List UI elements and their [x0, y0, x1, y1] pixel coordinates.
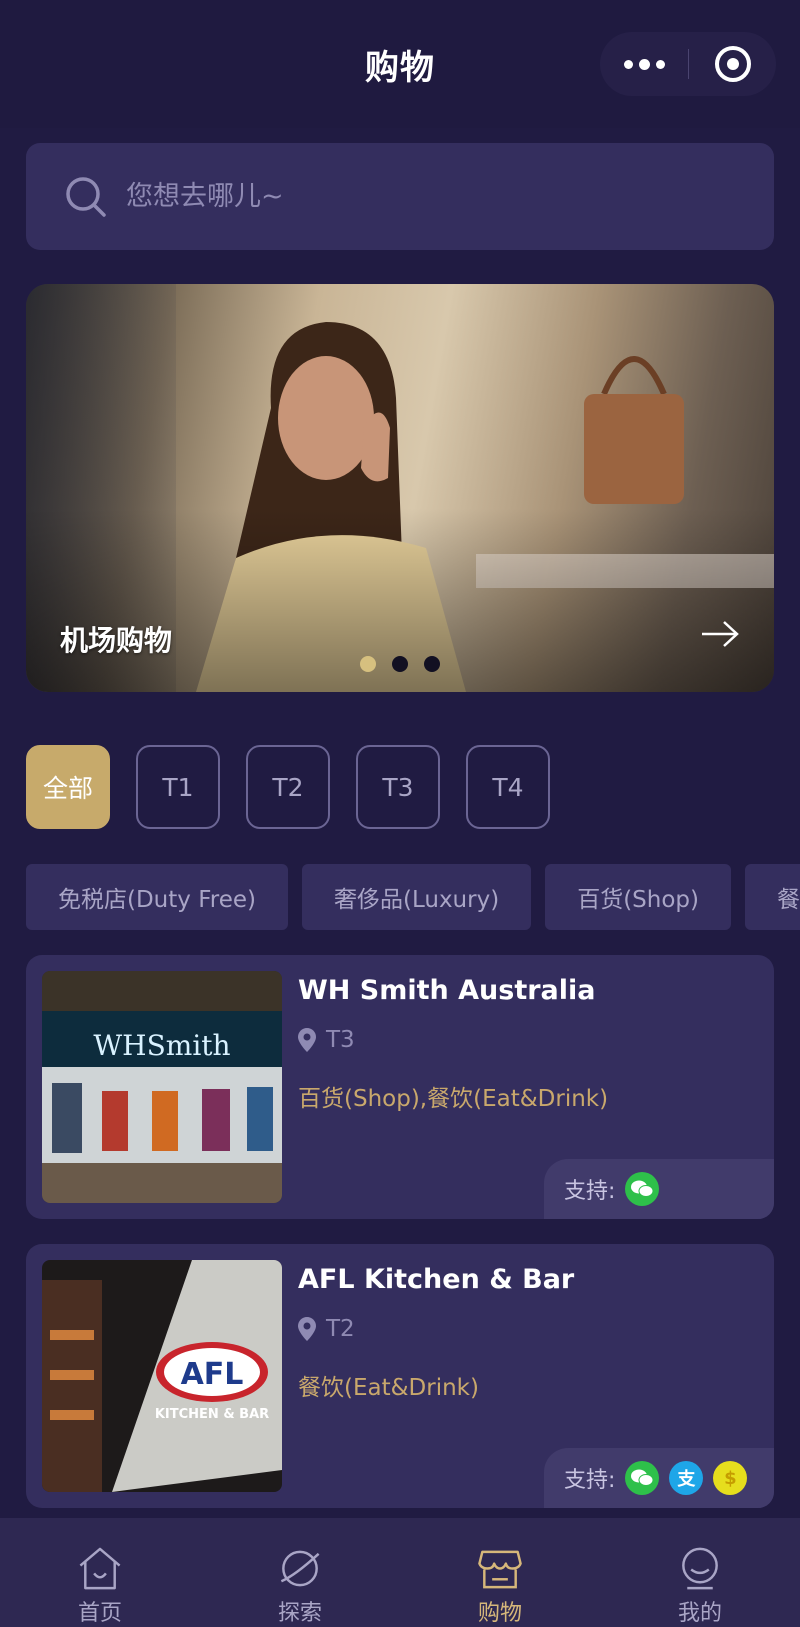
shop-card[interactable]: WHSmith WH Smith Australia T3 百货(Shop),餐… — [26, 955, 774, 1219]
shop-image-text: AFL — [181, 1357, 244, 1392]
carousel-indicator — [26, 656, 774, 672]
tab-t2[interactable]: T2 — [246, 745, 330, 829]
category-shop[interactable]: 百货(Shop) — [545, 864, 731, 930]
tab-label: 首页 — [77, 1601, 122, 1626]
shop-name: AFL Kitchen & Bar — [298, 1264, 575, 1295]
bottom-tab-bar: 首页 探索 购物 我的 — [0, 1518, 800, 1627]
target-circle-icon[interactable] — [689, 32, 776, 96]
mini-program-capsule — [600, 32, 776, 96]
payment-label: 支持: — [564, 1468, 616, 1493]
profile-icon — [682, 1547, 718, 1590]
search-input[interactable] — [126, 181, 686, 212]
shop-terminal: T3 — [326, 1027, 355, 1053]
category-duty-free[interactable]: 免税店(Duty Free) — [26, 864, 288, 930]
category-chips: 免税店(Duty Free) 奢侈品(Luxury) 百货(Shop) 餐 — [26, 864, 800, 930]
shop-categories: 百货(Shop),餐饮(Eat&Drink) — [298, 1086, 609, 1112]
tab-shopping[interactable]: 购物 — [400, 1518, 600, 1627]
arrow-right-icon[interactable] — [700, 619, 740, 649]
shop-image: WHSmith — [42, 971, 282, 1203]
location-pin-icon — [298, 1028, 316, 1052]
location-pin-icon — [298, 1317, 316, 1341]
shop-categories: 餐饮(Eat&Drink) — [298, 1375, 479, 1401]
category-eat-drink[interactable]: 餐 — [744, 864, 800, 930]
shop-name: WH Smith Australia — [298, 975, 596, 1006]
shop-terminal: T2 — [326, 1316, 355, 1342]
alipay-icon: 支 — [669, 1461, 704, 1495]
tab-all[interactable]: 全部 — [26, 745, 110, 829]
tab-t4[interactable]: T4 — [466, 745, 550, 829]
tab-profile[interactable]: 我的 — [600, 1518, 800, 1627]
yuan-icon: $ — [713, 1461, 748, 1495]
tab-t1[interactable]: T1 — [136, 745, 220, 829]
shop-image-subtext: KITCHEN & BAR — [155, 1407, 269, 1422]
banner-carousel[interactable]: 机场购物 — [26, 284, 774, 692]
carousel-dot[interactable] — [392, 656, 408, 672]
store-icon — [478, 1550, 522, 1589]
payment-support: 支持: — [544, 1159, 774, 1219]
shop-image: AFL KITCHEN & BAR — [42, 1260, 282, 1492]
planet-icon — [280, 1550, 320, 1587]
tab-label: 探索 — [277, 1601, 322, 1626]
wechat-pay-icon — [625, 1461, 660, 1495]
wechat-pay-icon — [625, 1172, 660, 1206]
tab-label: 购物 — [477, 1601, 522, 1626]
payment-label: 支持: — [564, 1179, 616, 1204]
shop-card[interactable]: AFL KITCHEN & BAR AFL Kitchen & Bar T2 餐… — [26, 1244, 774, 1508]
nav-bar: 购物 — [0, 0, 800, 128]
tab-explore[interactable]: 探索 — [200, 1518, 400, 1627]
tab-home[interactable]: 首页 — [0, 1518, 200, 1627]
payment-support: 支持: 支 $ — [544, 1448, 774, 1508]
terminal-tabs: 全部 T1 T2 T3 T4 — [26, 745, 550, 829]
tab-label: 我的 — [677, 1601, 722, 1626]
shop-image-text: WHSmith — [93, 1029, 230, 1062]
tab-t3[interactable]: T3 — [356, 745, 440, 829]
carousel-dot[interactable] — [424, 656, 440, 672]
carousel-dot[interactable] — [360, 656, 376, 672]
home-icon — [79, 1547, 121, 1590]
category-luxury[interactable]: 奢侈品(Luxury) — [301, 864, 532, 930]
banner-label: 机场购物 — [60, 624, 173, 657]
search-bar[interactable] — [26, 143, 774, 250]
shop-location: T3 — [298, 1027, 355, 1053]
more-dots-icon[interactable] — [600, 32, 688, 96]
search-icon — [66, 176, 106, 217]
shop-location: T2 — [298, 1316, 355, 1342]
